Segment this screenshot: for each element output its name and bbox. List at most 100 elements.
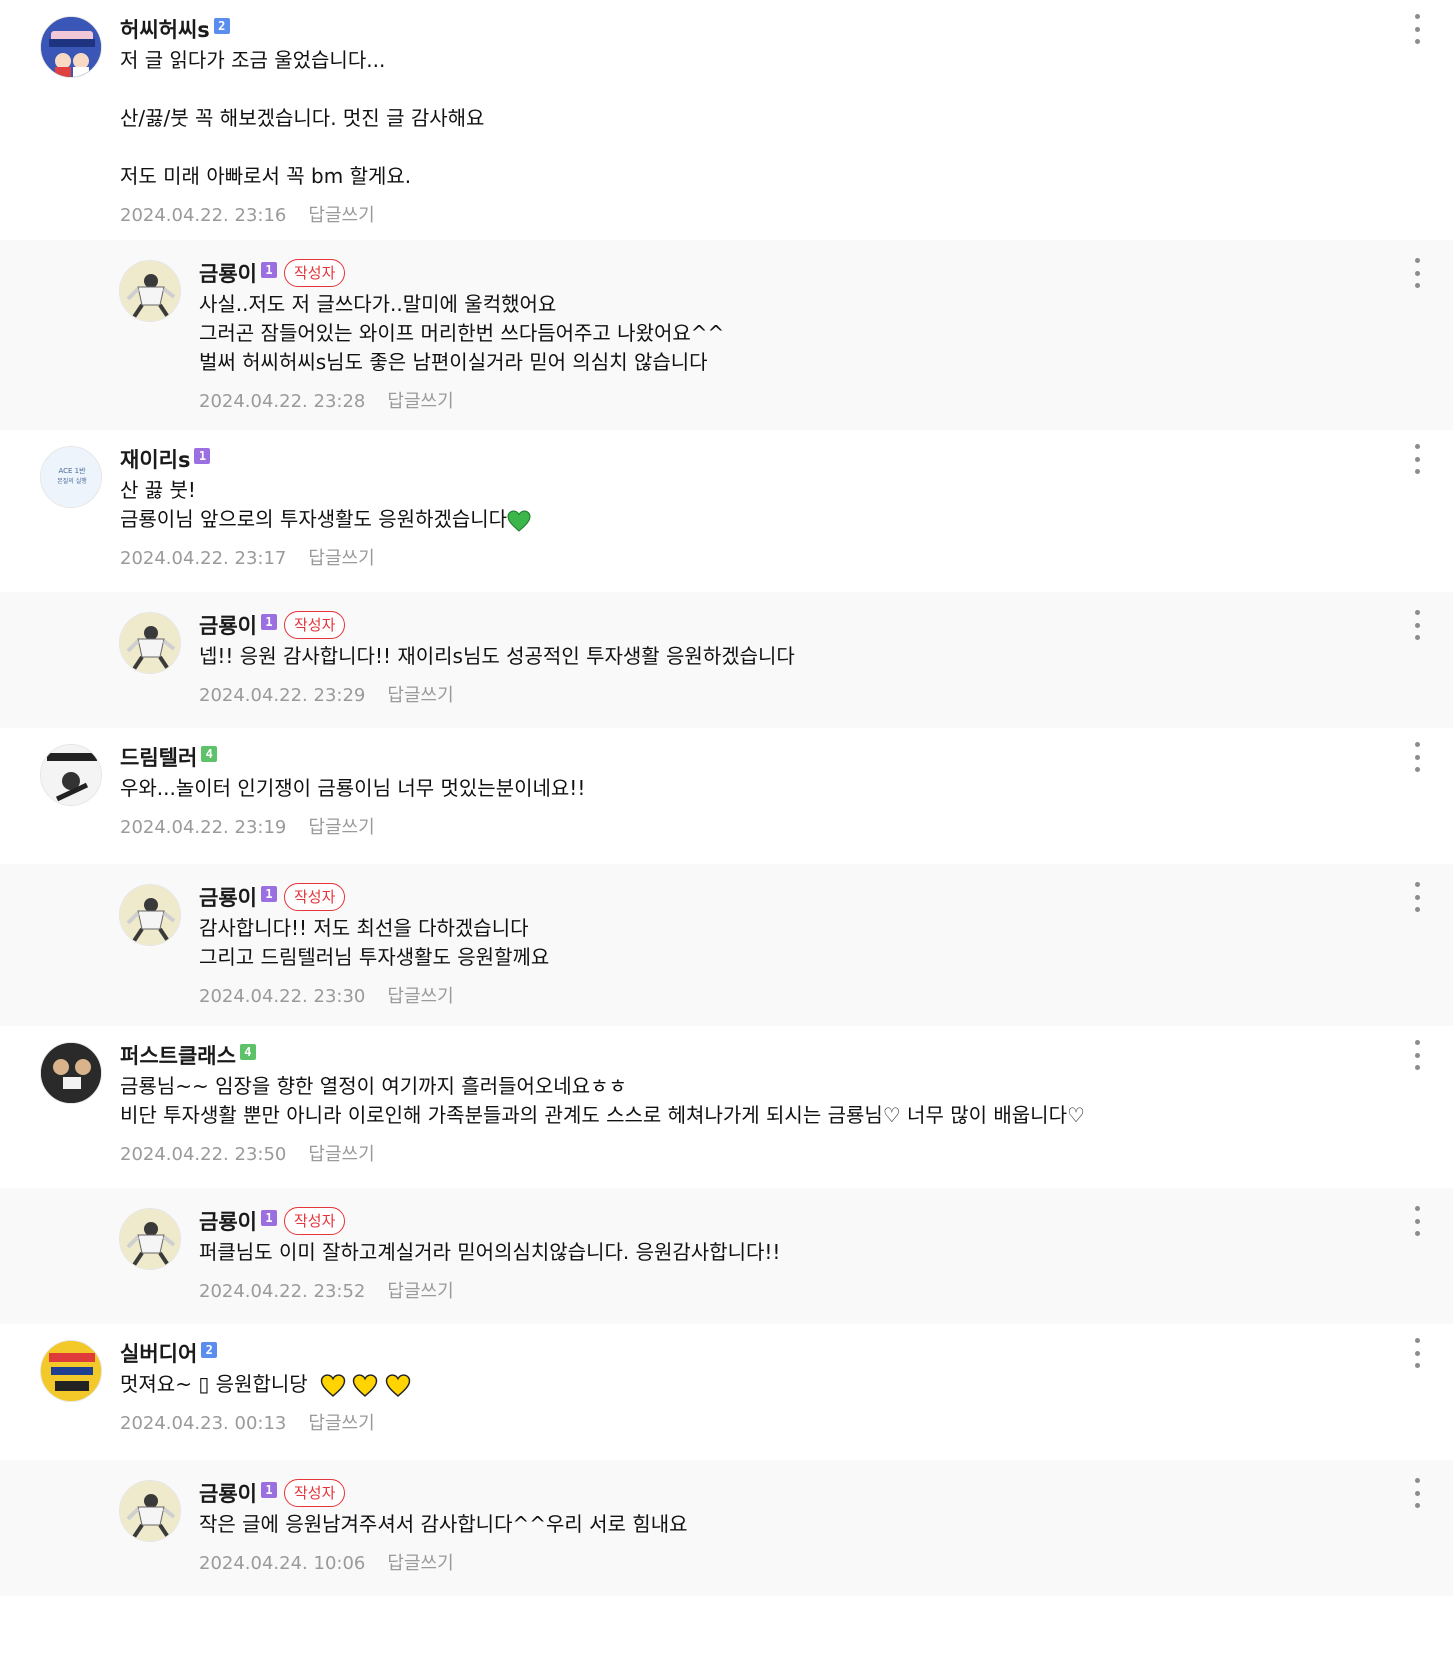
reply-button[interactable]: 답글쓰기 <box>308 1413 374 1434</box>
author-badge: 작성자 <box>283 611 346 639</box>
more-options-icon[interactable] <box>1413 1040 1421 1070</box>
more-options-icon[interactable] <box>1413 258 1421 288</box>
reply-button[interactable]: 답글쓰기 <box>387 1281 453 1302</box>
avatar[interactable] <box>119 1208 181 1270</box>
member-level-icon: 1 <box>194 448 211 464</box>
avatar[interactable]: ACE 1반 본질의 실행 <box>40 446 102 508</box>
more-options-icon[interactable] <box>1413 1478 1421 1508</box>
avatar[interactable] <box>40 16 102 78</box>
comment-date: 2024.04.22. 23:29 <box>199 685 366 706</box>
reply-item: 금룡이 1 작성자 넵!! 응원 감사합니다!! 재이리s님도 성공적인 투자생… <box>0 592 1453 728</box>
member-level-icon: 4 <box>201 746 218 762</box>
comment-list: 허씨허씨s 2 저 글 읽다가 조금 울었습니다... 산/끓/붓 꼭 해보겠습… <box>0 0 1453 1596</box>
reply-item: 금룡이 1 작성자 작은 글에 응원남겨주셔서 감사합니다^^우리 서로 힘내요… <box>0 1460 1453 1596</box>
reply-button[interactable]: 답글쓰기 <box>308 548 374 569</box>
avatar[interactable] <box>119 884 181 946</box>
yellow-heart-icon <box>320 1374 346 1397</box>
svg-text:본질의 실행: 본질의 실행 <box>57 477 87 485</box>
avatar[interactable] <box>40 1042 102 1104</box>
comment-text: 산 끓 붓! 금룡이님 앞으로의 투자생활도 응원하겠습니다 <box>120 476 1453 534</box>
comment-text: 사실..저도 저 글쓰다가..말미에 울컥했어요 그러곤 잠들어있는 와이프 머… <box>199 292 725 374</box>
avatar[interactable] <box>40 1340 102 1402</box>
comment-text: 감사합니다!! 저도 최선을 다하겠습니다 그리고 드림텔러님 투자생활도 응원… <box>199 916 550 969</box>
member-level-icon: 2 <box>201 1342 218 1358</box>
avatar-image: ACE 1반 본질의 실행 <box>41 447 101 507</box>
comment-date: 2024.04.22. 23:16 <box>120 205 287 226</box>
author-badge: 작성자 <box>283 1479 346 1507</box>
author-nickname[interactable]: 금룡이 <box>199 882 257 912</box>
comment-item: ACE 1반 본질의 실행 재이리s 1 산 끓 붓! 금룡이님 앞으로의 투자… <box>0 430 1453 592</box>
reply-button[interactable]: 답글쓰기 <box>387 986 453 1007</box>
avatar[interactable] <box>119 260 181 322</box>
more-options-icon[interactable] <box>1413 1206 1421 1236</box>
comment-date: 2024.04.24. 10:06 <box>199 1553 366 1574</box>
avatar-image <box>41 1341 101 1401</box>
more-options-icon[interactable] <box>1413 14 1421 44</box>
avatar-image <box>41 1043 101 1103</box>
avatar[interactable] <box>119 1480 181 1542</box>
member-level-icon: 1 <box>260 1482 277 1498</box>
more-options-icon[interactable] <box>1413 882 1421 912</box>
reply-button[interactable]: 답글쓰기 <box>308 817 374 838</box>
comment-text: 저 글 읽다가 조금 울었습니다... 산/끓/붓 꼭 해보겠습니다. 멋진 글… <box>120 48 485 188</box>
comment-date: 2024.04.22. 23:50 <box>120 1144 287 1165</box>
author-nickname[interactable]: 재이리s <box>120 444 190 474</box>
comment-date: 2024.04.22. 23:17 <box>120 548 287 569</box>
reply-button[interactable]: 답글쓰기 <box>387 391 453 412</box>
avatar-image <box>120 1481 180 1541</box>
comment-date: 2024.04.22. 23:52 <box>199 1281 366 1302</box>
avatar-image <box>120 1209 180 1269</box>
comment-date: 2024.04.22. 23:28 <box>199 391 366 412</box>
yellow-heart-icon <box>385 1374 410 1397</box>
comment-text: 작은 글에 응원남겨주셔서 감사합니다^^우리 서로 힘내요 <box>199 1512 688 1536</box>
avatar-image <box>120 885 180 945</box>
member-level-icon: 1 <box>260 886 277 902</box>
reply-button[interactable]: 답글쓰기 <box>308 1144 374 1165</box>
comment-text: 넵!! 응원 감사합니다!! 재이리s님도 성공적인 투자생활 응원하겠습니다 <box>199 644 795 668</box>
reply-button[interactable]: 답글쓰기 <box>387 1553 453 1574</box>
comment-date: 2024.04.23. 00:13 <box>120 1413 287 1434</box>
author-nickname[interactable]: 금룡이 <box>199 258 257 288</box>
comment-date: 2024.04.22. 23:30 <box>199 986 366 1007</box>
avatar-image <box>120 261 180 321</box>
author-badge: 작성자 <box>283 1207 346 1235</box>
member-level-icon: 4 <box>239 1044 256 1060</box>
avatar-text: ACE 1반 <box>58 466 86 475</box>
more-options-icon[interactable] <box>1413 444 1421 474</box>
author-nickname[interactable]: 금룡이 <box>199 1206 257 1236</box>
more-options-icon[interactable] <box>1413 610 1421 640</box>
member-level-icon: 1 <box>260 614 277 630</box>
comment-item: 드림텔러 4 우와...놀이터 인기쟁이 금룡이님 너무 멋있는분이네요!! 2… <box>0 728 1453 864</box>
reply-item: 금룡이 1 작성자 퍼클님도 이미 잘하고계실거라 믿어의심치않습니다. 응원감… <box>0 1188 1453 1324</box>
author-nickname[interactable]: 드림텔러 <box>120 742 197 772</box>
comment-text: 멋져요~ ▯ 응원합니당 <box>120 1370 1453 1399</box>
comment-text: 퍼클님도 이미 잘하고계실거라 믿어의심치않습니다. 응원감사합니다!! <box>199 1240 781 1264</box>
author-nickname[interactable]: 실버디어 <box>120 1338 197 1368</box>
author-nickname[interactable]: 허씨허씨s <box>120 14 210 44</box>
author-nickname[interactable]: 금룡이 <box>199 610 257 640</box>
reply-button[interactable]: 답글쓰기 <box>308 205 374 226</box>
avatar[interactable] <box>119 612 181 674</box>
author-badge: 작성자 <box>283 259 346 287</box>
member-level-icon: 1 <box>260 262 277 278</box>
yellow-heart-icon <box>353 1374 378 1397</box>
comment-text: 금룡님~~ 임장을 향한 열정이 여기까지 흘러들어오네요ㅎㅎ 비단 투자생활 … <box>120 1074 1085 1127</box>
more-options-icon[interactable] <box>1413 742 1421 772</box>
more-options-icon[interactable] <box>1413 1338 1421 1368</box>
author-nickname[interactable]: 퍼스트클래스 <box>120 1040 236 1070</box>
member-level-icon: 1 <box>260 1210 277 1226</box>
green-heart-icon <box>507 509 531 532</box>
member-level-icon: 2 <box>213 18 230 34</box>
reply-item: 금룡이 1 작성자 감사합니다!! 저도 최선을 다하겠습니다 그리고 드림텔러… <box>0 864 1453 1026</box>
avatar-image <box>120 613 180 673</box>
comment-item: 실버디어 2 멋져요~ ▯ 응원합니당 2024.04.23. 00:13 답글쓰… <box>0 1324 1453 1460</box>
avatar-image <box>41 17 101 77</box>
author-badge: 작성자 <box>283 883 346 911</box>
avatar-image <box>41 745 101 805</box>
avatar[interactable] <box>40 744 102 806</box>
reply-button[interactable]: 답글쓰기 <box>387 685 453 706</box>
comment-date: 2024.04.22. 23:19 <box>120 817 287 838</box>
comment-item: 퍼스트클래스 4 금룡님~~ 임장을 향한 열정이 여기까지 흘러들어오네요ㅎㅎ… <box>0 1026 1453 1188</box>
author-nickname[interactable]: 금룡이 <box>199 1478 257 1508</box>
comment-item: 허씨허씨s 2 저 글 읽다가 조금 울었습니다... 산/끓/붓 꼭 해보겠습… <box>0 0 1453 240</box>
